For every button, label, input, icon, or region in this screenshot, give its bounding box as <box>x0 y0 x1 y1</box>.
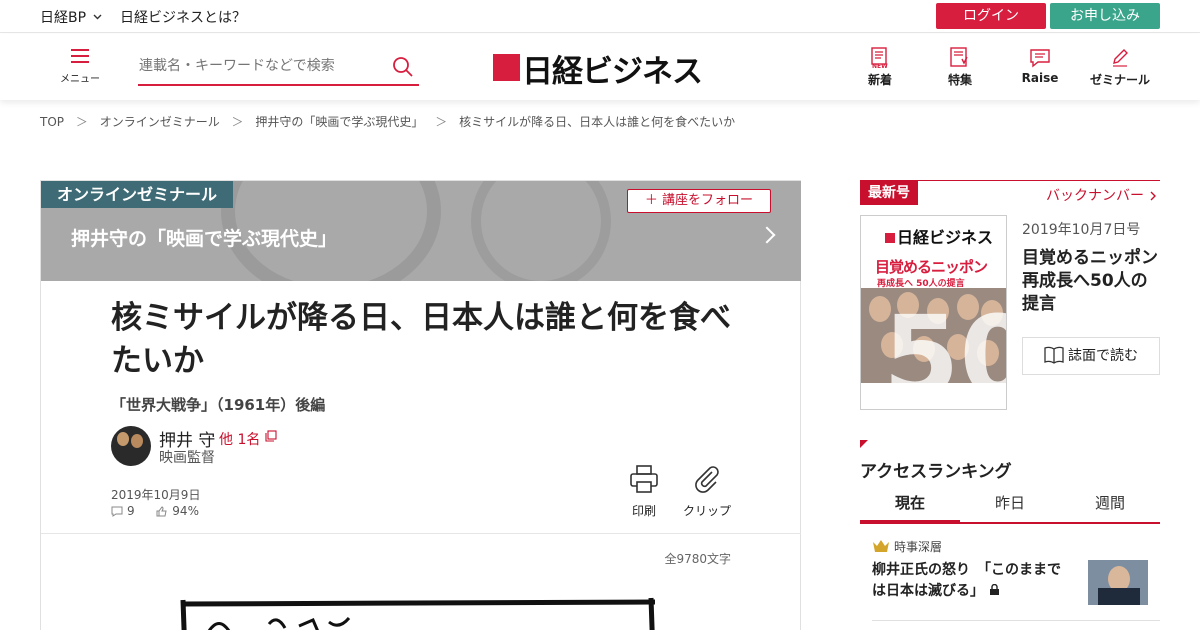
pencil-icon <box>1113 49 1128 67</box>
header-divider <box>41 533 801 534</box>
clip-button[interactable]: クリップ <box>677 464 737 519</box>
series-title: 押井守の「映画で学ぶ現代史」 <box>71 228 338 250</box>
print-button[interactable]: 印刷 <box>614 464 674 519</box>
nav-new-label: 新着 <box>867 73 892 87</box>
menu-button[interactable]: メニュー <box>58 49 102 86</box>
article-illustration <box>180 597 656 630</box>
chevron-down-icon <box>93 14 101 20</box>
popup-icon[interactable] <box>265 430 277 442</box>
section-tag: オンラインゼミナール <box>41 181 234 208</box>
apply-button[interactable]: お申し込み <box>1050 3 1160 29</box>
issue-date: 2019年10月7日号 <box>1022 222 1141 238</box>
tab-weekly[interactable]: 週間 <box>1060 492 1160 513</box>
breadcrumb-separator: ＞ <box>75 115 88 129</box>
read-in-print-label: 誌面で読む <box>1068 348 1138 364</box>
cover-title: 目覚めるニッポン <box>875 258 988 276</box>
nikkei-bp-label: 日経BP <box>40 10 87 26</box>
crown-icon <box>873 540 889 552</box>
search-underline <box>138 84 419 86</box>
raise-icon <box>1030 49 1050 68</box>
chevron-right-icon <box>758 226 776 244</box>
read-in-print-button[interactable]: 誌面で読む <box>1022 337 1160 375</box>
latest-issue-header: 最新号 バックナンバー <box>860 180 1160 205</box>
logo-text: 日経ビジネス <box>522 54 703 90</box>
thumbs-up-icon <box>156 506 167 517</box>
tab-now[interactable]: 現在 <box>860 492 960 513</box>
ranking-tabs: 現在 昨日 週間 <box>860 482 1160 524</box>
section-marker-icon <box>860 440 868 448</box>
follow-course-button[interactable]: ＋ 講座をフォロー <box>627 189 771 213</box>
about-link[interactable]: 日経ビジネスとは？ <box>120 7 246 27</box>
logo-mark <box>493 54 520 81</box>
cover-logo-text: 日経ビジネス <box>897 228 994 247</box>
ranking-divider <box>872 620 1160 621</box>
nav-seminar[interactable]: ゼミナール <box>1085 47 1155 88</box>
feature-icon <box>950 47 968 67</box>
breadcrumb: TOP ＞ オンラインゼミナール ＞ 押井守の「映画で学ぶ現代史」 ＞ 核ミサイ… <box>40 113 743 130</box>
magazine-cover[interactable]: 日経ビジネス 目覚めるニッポン 再成長へ 50人の提言 50 <box>860 215 1007 410</box>
nav-new[interactable]: NEW 新着 <box>845 47 915 88</box>
active-tab-indicator <box>860 520 960 524</box>
breadcrumb-series[interactable]: 押井守の「映画で学ぶ現代史」 <box>255 115 423 129</box>
ranking-title: アクセスランキング <box>860 462 1012 482</box>
printer-icon <box>630 465 658 493</box>
chevron-right-icon <box>1150 191 1157 201</box>
nav-feature-label: 特集 <box>947 73 972 87</box>
breadcrumb-current: 核ミサイルが降る日、日本人は誰と何を食べたいか <box>459 115 736 129</box>
latest-issue-tag: 最新号 <box>860 181 918 205</box>
new-icon: NEW <box>871 47 888 69</box>
back-number-label: バックナンバー <box>1046 188 1144 204</box>
top-utility-bar: 日経BP 日経ビジネスとは？ ログイン お申し込み <box>0 0 1200 33</box>
issue-title[interactable]: 目覚めるニッポン 再成長へ50人の提言 <box>1022 247 1175 316</box>
breadcrumb-separator: ＞ <box>435 115 448 129</box>
cover-number: 50 <box>883 292 1006 410</box>
nav-raise-label: Raise <box>1021 71 1059 85</box>
back-number-link[interactable]: バックナンバー <box>1046 185 1157 205</box>
banner-decoration <box>471 181 611 281</box>
ranking-thumbnail[interactable] <box>1088 560 1148 605</box>
hamburger-icon <box>71 49 89 63</box>
article-subtitle: 「世界大戦争」（1961年）後編 <box>111 396 326 414</box>
book-icon <box>1044 346 1064 364</box>
character-count: 全9780文字 <box>664 552 731 566</box>
author-more-link[interactable]: 他 1名 <box>219 429 260 449</box>
ranking-headline[interactable]: 柳井正氏の怒り 「このままでは日本は滅びる」 <box>872 560 1072 602</box>
site-header: メニュー 日経ビジネス NEW 新着 特集 Raise ゼミナール <box>0 34 1200 100</box>
cover-logo: 日経ビジネス <box>885 224 993 248</box>
menu-label: メニュー <box>60 74 100 85</box>
clip-label: クリップ <box>682 504 731 518</box>
nikkei-bp-link[interactable]: 日経BP <box>40 7 102 27</box>
login-button[interactable]: ログイン <box>936 3 1046 29</box>
comment-icon <box>111 506 123 517</box>
article-title: 核ミサイルが降る日、日本人は誰と何を食べたいか <box>111 300 731 379</box>
nav-seminar-label: ゼミナール <box>1089 73 1150 87</box>
breadcrumb-top[interactable]: TOP <box>40 115 64 129</box>
series-banner[interactable]: オンラインゼミナール 押井守の「映画で学ぶ現代史」 ＋ 講座をフォロー <box>41 181 801 281</box>
tab-yesterday[interactable]: 昨日 <box>960 492 1060 513</box>
site-logo[interactable]: 日経ビジネス <box>493 46 703 90</box>
publish-date: 2019年10月9日 <box>111 488 201 502</box>
print-label: 印刷 <box>631 504 656 518</box>
comment-count[interactable]: 9 <box>127 504 135 518</box>
nav-raise[interactable]: Raise <box>1005 47 1075 85</box>
svg-text:NEW: NEW <box>872 63 888 69</box>
breadcrumb-online-seminar[interactable]: オンラインゼミナール <box>100 115 220 129</box>
article-stats: 9 94% <box>111 504 199 518</box>
cover-logo-mark <box>885 233 895 243</box>
search-icon[interactable] <box>392 56 414 78</box>
paperclip-icon <box>695 466 719 493</box>
lock-icon <box>990 584 999 595</box>
breadcrumb-separator: ＞ <box>231 115 244 129</box>
ranking-category: 時事深層 <box>894 540 943 554</box>
search-input[interactable] <box>139 54 379 78</box>
like-rate: 94% <box>172 504 199 518</box>
author-avatar[interactable] <box>111 426 151 466</box>
nav-feature[interactable]: 特集 <box>925 47 995 88</box>
author-role: 映画監督 <box>159 450 215 466</box>
article-card: オンラインゼミナール 押井守の「映画で学ぶ現代史」 ＋ 講座をフォロー 核ミサイ… <box>40 180 801 630</box>
